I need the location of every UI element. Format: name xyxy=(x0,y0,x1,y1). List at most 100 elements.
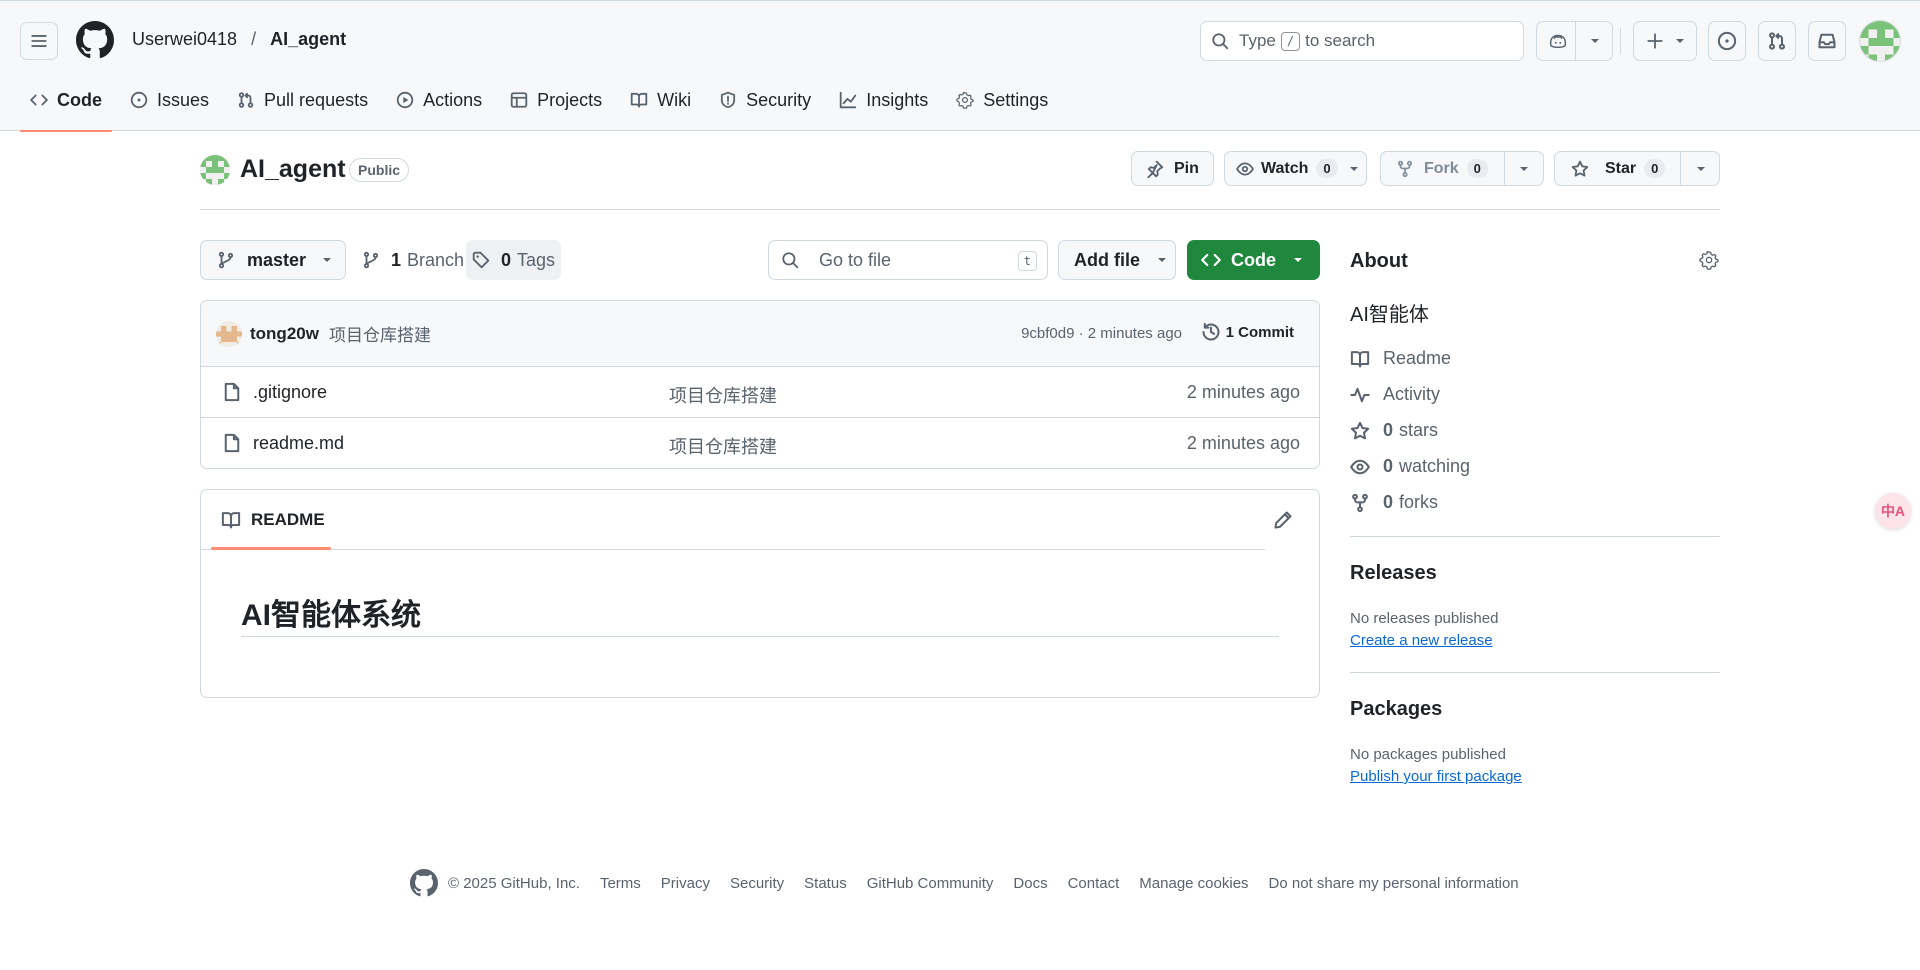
header-divider xyxy=(1620,28,1621,54)
inbox-icon xyxy=(1818,33,1836,49)
footer-link-security[interactable]: Security xyxy=(730,875,784,892)
footer-link-do-not-share[interactable]: Do not share my personal information xyxy=(1269,875,1519,892)
footer-link-privacy[interactable]: Privacy xyxy=(661,875,710,892)
tab-pull-requests[interactable]: Pull requests xyxy=(227,82,378,131)
sidebar-activity-link[interactable]: Activity xyxy=(1350,384,1440,405)
create-release-link[interactable]: Create a new release xyxy=(1350,632,1493,649)
inbox-button[interactable] xyxy=(1808,21,1846,61)
readme-tab-underline xyxy=(211,547,331,550)
readme-panel: README AI智能体系统 xyxy=(200,489,1320,698)
star-button[interactable]: Star 0 xyxy=(1554,151,1720,186)
commit-message[interactable]: 项目仓库搭建 xyxy=(329,321,431,346)
footer-link-contact[interactable]: Contact xyxy=(1068,875,1120,892)
page-footer: © 2025 GitHub, Inc. Terms Privacy Securi… xyxy=(410,869,1519,897)
readme-tab[interactable]: README xyxy=(221,510,325,530)
tab-security[interactable]: Security xyxy=(709,82,821,131)
pin-button[interactable]: Pin xyxy=(1131,151,1214,186)
sidebar-forks-link[interactable]: 0 forks xyxy=(1350,492,1438,513)
watch-label: Watch xyxy=(1261,159,1309,177)
sidebar-readme-link[interactable]: Readme xyxy=(1350,348,1451,369)
sidebar-stars-link[interactable]: 0 stars xyxy=(1350,420,1438,441)
footer-link-cookies[interactable]: Manage cookies xyxy=(1139,875,1248,892)
user-avatar[interactable] xyxy=(1859,20,1901,62)
fork-button[interactable]: Fork 0 xyxy=(1380,151,1544,186)
releases-note: No releases published xyxy=(1350,610,1499,627)
search-placeholder-post: to search xyxy=(1305,31,1376,50)
go-to-file-input[interactable]: Go to file t xyxy=(768,240,1048,280)
gear-icon xyxy=(1699,251,1719,270)
create-new-button[interactable] xyxy=(1633,21,1697,61)
edit-readme-button[interactable] xyxy=(1273,510,1293,530)
file-commit-message[interactable]: 项目仓库搭建 xyxy=(669,433,777,459)
repo-owner-avatar[interactable] xyxy=(200,155,230,185)
code-button[interactable]: Code xyxy=(1187,240,1320,280)
footer-link-community[interactable]: GitHub Community xyxy=(867,875,994,892)
sidebar-activity-label: Activity xyxy=(1383,384,1441,404)
commit-hash-time[interactable]: 9cbf0d9 · 2 minutes ago xyxy=(1021,325,1182,342)
file-name[interactable]: readme.md xyxy=(253,433,344,454)
sidebar-watching-link[interactable]: 0 watching xyxy=(1350,456,1470,477)
eye-icon xyxy=(1236,161,1254,176)
file-icon xyxy=(224,433,240,453)
menu-button[interactable] xyxy=(20,22,58,60)
github-logo-icon[interactable] xyxy=(410,869,438,897)
play-icon xyxy=(396,91,414,109)
chevron-down-icon[interactable] xyxy=(1695,163,1707,175)
tab-code[interactable]: Code xyxy=(20,82,112,132)
chevron-down-icon xyxy=(323,258,332,262)
tab-insights-label: Insights xyxy=(866,90,929,110)
watch-button[interactable]: Watch 0 xyxy=(1224,151,1367,186)
file-updated-time: 2 minutes ago xyxy=(1186,433,1300,453)
breadcrumb-owner[interactable]: Userwei0418 xyxy=(132,29,237,50)
watching-count: 0 xyxy=(1383,456,1394,476)
book-icon xyxy=(630,92,648,108)
commit-author-avatar[interactable] xyxy=(216,320,242,347)
repo-title[interactable]: AI_agent xyxy=(240,155,346,184)
chevron-down-icon[interactable] xyxy=(1589,35,1601,47)
branch-selector[interactable]: master xyxy=(200,240,346,280)
branches-link[interactable]: 1 Branch xyxy=(362,240,464,280)
github-logo-icon[interactable] xyxy=(76,21,114,59)
releases-title[interactable]: Releases xyxy=(1350,562,1437,585)
publish-package-link[interactable]: Publish your first package xyxy=(1350,768,1522,785)
identicon-icon xyxy=(200,155,230,185)
tags-link[interactable]: 0 Tags xyxy=(466,240,562,280)
packages-title[interactable]: Packages xyxy=(1350,698,1442,721)
footer-link-docs[interactable]: Docs xyxy=(1013,875,1047,892)
tab-settings[interactable]: Settings xyxy=(946,82,1058,131)
fork-icon xyxy=(1397,160,1413,177)
search-input[interactable]: Type / to search xyxy=(1200,21,1524,61)
issues-button[interactable] xyxy=(1708,21,1746,61)
footer-link-status[interactable]: Status xyxy=(804,875,847,892)
tab-actions[interactable]: Actions xyxy=(386,82,492,131)
tab-insights[interactable]: Insights xyxy=(829,82,938,131)
pull-request-icon xyxy=(238,92,254,108)
file-row[interactable]: readme.md 项目仓库搭建 2 minutes ago xyxy=(201,418,1319,468)
chevron-down-icon[interactable] xyxy=(1518,163,1530,175)
forks-label: forks xyxy=(1399,492,1439,512)
add-file-button[interactable]: Add file xyxy=(1058,240,1176,280)
code-button-label: Code xyxy=(1231,249,1276,270)
file-name[interactable]: .gitignore xyxy=(253,382,327,403)
edit-about-button[interactable] xyxy=(1699,250,1719,270)
add-file-label: Add file xyxy=(1074,249,1140,270)
app-header: Userwei0418 / AI_agent Type / to search xyxy=(0,0,1920,132)
tab-wiki[interactable]: Wiki xyxy=(620,82,701,131)
breadcrumb-repo[interactable]: AI_agent xyxy=(270,29,346,50)
translate-widget[interactable]: 中A xyxy=(1875,493,1911,529)
repo-nav-tabs: Code Issues Pull requests Actions Projec… xyxy=(20,82,1066,132)
footer-link-terms[interactable]: Terms xyxy=(600,875,641,892)
commit-author[interactable]: tong20w xyxy=(250,324,319,344)
file-row[interactable]: .gitignore 项目仓库搭建 2 minutes ago xyxy=(201,367,1319,418)
watching-label: watching xyxy=(1399,456,1471,476)
fork-count: 0 xyxy=(1466,159,1488,178)
copilot-button[interactable] xyxy=(1536,21,1613,61)
tab-issues[interactable]: Issues xyxy=(120,82,219,131)
commit-history-link[interactable]: 1 Commit xyxy=(1201,322,1294,342)
sidebar-readme-label: Readme xyxy=(1383,348,1452,368)
code-icon xyxy=(30,94,48,106)
file-commit-message[interactable]: 项目仓库搭建 xyxy=(669,382,777,408)
packages-note: No packages published xyxy=(1350,746,1506,763)
pull-requests-button[interactable] xyxy=(1758,21,1796,61)
tab-projects[interactable]: Projects xyxy=(500,82,612,131)
